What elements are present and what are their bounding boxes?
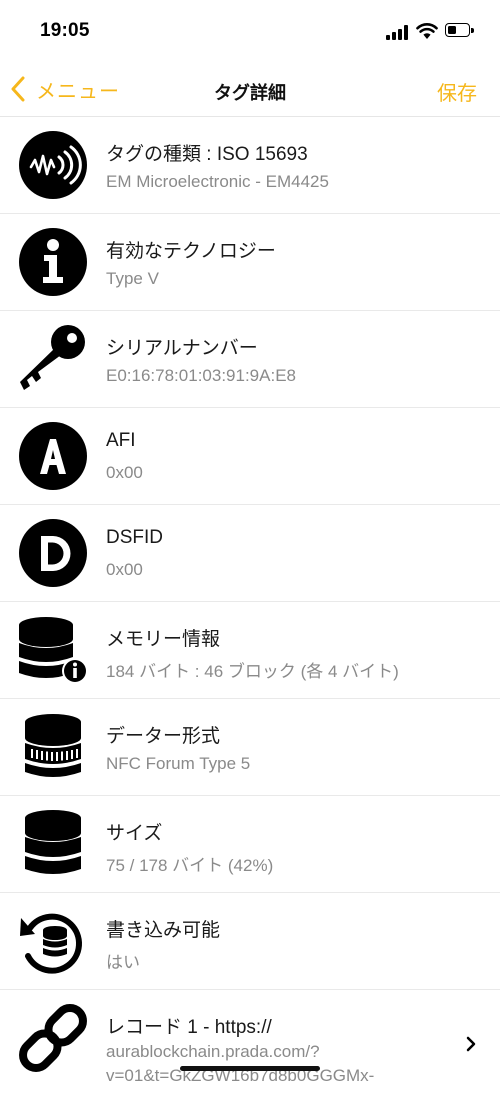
nfc-signal-icon xyxy=(18,130,88,200)
memory-info-title: メモリー情報 xyxy=(106,629,221,650)
serial-number-value: E0:16:78:01:03:91:9A:E8 xyxy=(106,366,296,385)
writable-title: 書き込み可能 xyxy=(106,920,221,941)
memory-info-value: 184 バイト : 46 ブロック (各 4 バイト) xyxy=(106,662,399,681)
record-1-value: aurablockchain.prada.com/?v=01&t=GkZGW16… xyxy=(106,1042,375,1085)
record-1-title: レコード 1 - https:// xyxy=(106,1017,272,1038)
size-value: 75 / 178 バイト (42%) xyxy=(106,856,274,875)
technology-title: 有効なテクノロジー xyxy=(106,241,276,262)
key-icon xyxy=(18,324,88,394)
status-time: 19:05 xyxy=(40,20,90,41)
list-item-afi: AFI 0x00 xyxy=(0,408,500,505)
link-icon xyxy=(18,1003,88,1073)
home-indicator[interactable] xyxy=(180,1066,320,1071)
battery-icon xyxy=(445,23,475,39)
size-title: サイズ xyxy=(106,823,163,844)
list-item-tag-type: タグの種類 : ISO 15693 EM Microelectronic - E… xyxy=(0,117,500,214)
list-item-serial-number: シリアルナンバー E0:16:78:01:03:91:9A:E8 xyxy=(0,311,500,408)
database-info-icon xyxy=(18,615,88,685)
list-item-dsfid: DSFID 0x00 xyxy=(0,505,500,602)
cellular-signal-icon xyxy=(386,24,410,40)
list-item-record-1[interactable]: レコード 1 - https:// aurablockchain.prada.c… xyxy=(0,990,500,1100)
list-item-size: サイズ 75 / 178 バイト (42%) xyxy=(0,796,500,893)
list-item-technology: 有効なテクノロジー Type V xyxy=(0,214,500,311)
chevron-right-icon xyxy=(466,1036,476,1052)
status-bar: 19:05 xyxy=(0,0,500,62)
tag-detail-list: タグの種類 : ISO 15693 EM Microelectronic - E… xyxy=(0,117,500,1100)
tag-type-title: タグの種類 : ISO 15693 xyxy=(106,144,308,165)
database-format-icon xyxy=(18,712,88,782)
list-item-data-format: データー形式 NFC Forum Type 5 xyxy=(0,699,500,796)
tag-type-value: EM Microelectronic - EM4425 xyxy=(106,172,329,191)
list-item-writable: 書き込み可能 はい xyxy=(0,893,500,990)
serial-number-title: シリアルナンバー xyxy=(106,338,258,359)
technology-value: Type V xyxy=(106,269,159,288)
letter-a-icon xyxy=(18,421,88,491)
database-icon xyxy=(18,809,88,879)
writable-value: はい xyxy=(106,953,140,972)
list-item-memory-info: メモリー情報 184 バイト : 46 ブロック (各 4 バイト) xyxy=(0,602,500,699)
navigation-bar: メニュー タグ詳細 保存 xyxy=(0,62,500,117)
data-format-value: NFC Forum Type 5 xyxy=(106,754,251,773)
afi-title: AFI xyxy=(106,430,136,451)
wifi-icon xyxy=(416,23,438,39)
writable-database-icon xyxy=(18,906,88,976)
data-format-title: データー形式 xyxy=(106,726,221,747)
save-button[interactable]: 保存 xyxy=(437,77,477,106)
page-title: タグ詳細 xyxy=(214,83,286,103)
afi-value: 0x00 xyxy=(106,463,143,482)
info-icon xyxy=(18,227,88,297)
letter-d-icon xyxy=(18,518,88,588)
dsfid-title: DSFID xyxy=(106,527,163,548)
dsfid-value: 0x00 xyxy=(106,560,143,579)
